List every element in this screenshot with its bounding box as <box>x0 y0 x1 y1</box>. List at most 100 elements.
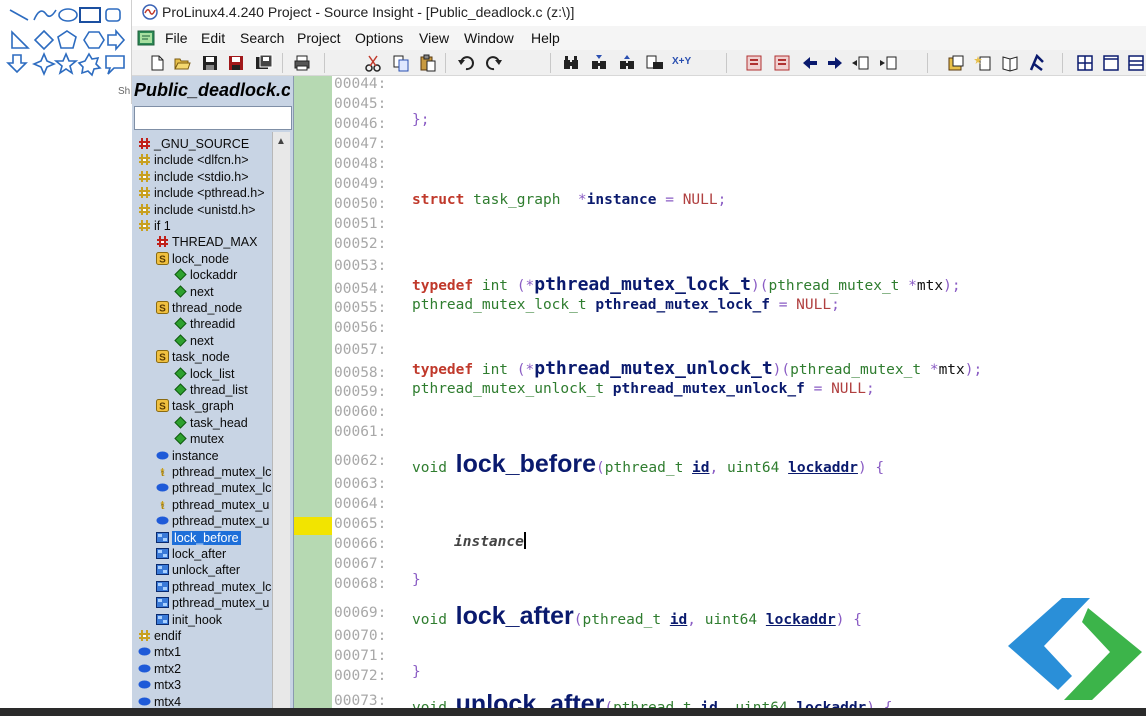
member-icon <box>174 432 187 445</box>
symbol-item[interactable]: mutex <box>174 431 224 447</box>
save-all-icon[interactable] <box>227 54 245 72</box>
symbol-item[interactable]: mtx3 <box>138 677 181 693</box>
menu-view[interactable]: View <box>419 30 449 46</box>
code-line-54[interactable]: pthread_mutex_lock_t pthread_mutex_lock_… <box>332 281 1146 313</box>
symbol-item[interactable]: t? pthread_mutex_u <box>156 497 270 513</box>
symbol-item[interactable]: Slock_node <box>156 251 229 267</box>
define-icon <box>139 138 150 149</box>
symbol-item[interactable]: Stask_graph <box>156 398 234 414</box>
symbol-item[interactable]: pthread_mutex_u <box>156 513 269 529</box>
find-in-files-icon[interactable] <box>646 54 664 72</box>
symbol-item[interactable]: lockaddr <box>174 267 237 283</box>
symbol-item[interactable]: include <unistd.h> <box>138 202 255 218</box>
symbol-item[interactable]: lock_after <box>156 546 226 562</box>
title-bar[interactable]: ProLinux4.4.240 Project - Source Insight… <box>132 0 1146 26</box>
editor-gutter[interactable] <box>294 76 332 716</box>
symbol-item-label: task_node <box>172 350 230 365</box>
symbol-item-label: if 1 <box>154 219 171 233</box>
menu-help[interactable]: Help <box>531 30 560 46</box>
menu-window[interactable]: Window <box>464 30 514 46</box>
symbol-item[interactable]: include <dlfcn.h> <box>138 152 249 168</box>
symbol-item[interactable]: Sthread_node <box>156 300 242 316</box>
book-icon[interactable] <box>1001 54 1019 72</box>
symbol-item[interactable]: include <stdio.h> <box>138 169 249 185</box>
symbol-item[interactable]: THREAD_MAX <box>156 234 257 250</box>
menu-edit[interactable]: Edit <box>201 30 225 46</box>
symbol-info-icon[interactable] <box>974 54 992 72</box>
symbol-item[interactable]: mtx2 <box>138 661 181 677</box>
code-line-49[interactable]: struct task_graph *instance = NULL; <box>332 176 1146 208</box>
code-line-53[interactable]: typedef int (*pthread_mutex_lock_t)(pthr… <box>332 258 1146 295</box>
symbol-item[interactable]: _GNU_SOURCE <box>138 136 249 152</box>
symbol-item[interactable]: if 1 <box>138 218 171 234</box>
symbol-item-label: lock_before <box>172 530 241 545</box>
layout-split-icon[interactable] <box>1127 54 1145 72</box>
bookmark-right-icon[interactable] <box>773 54 791 72</box>
symbol-item[interactable]: pthread_mutex_lc <box>156 480 271 496</box>
save-icon[interactable] <box>201 54 219 72</box>
symbol-item[interactable]: threadid <box>174 316 235 332</box>
menu-search[interactable]: Search <box>240 30 284 46</box>
back-arrow-icon[interactable] <box>801 54 819 72</box>
layout-grid-icon[interactable] <box>1076 54 1094 72</box>
layout-window-icon[interactable] <box>1102 54 1120 72</box>
symbol-item[interactable]: task_head <box>174 415 248 431</box>
code-line-62[interactable]: void lock_before(pthread_t id, uint64 lo… <box>332 444 1146 478</box>
code-line-67[interactable]: } <box>332 556 1146 588</box>
symbol-item[interactable]: thread_list <box>174 382 248 398</box>
symbol-item[interactable]: endif <box>138 628 181 644</box>
toolbar-separator <box>324 53 325 73</box>
replace-label[interactable]: X+Y <box>672 56 691 67</box>
redo-icon[interactable] <box>485 54 503 72</box>
symbol-item[interactable]: instance <box>156 448 219 464</box>
shape-gallery[interactable] <box>0 0 132 104</box>
relation-icon[interactable] <box>1028 54 1046 72</box>
new-file-icon[interactable] <box>148 54 166 72</box>
symbol-item[interactable]: lock_list <box>174 366 234 382</box>
symbol-list[interactable]: _GNU_SOURCE include <dlfcn.h> include <std… <box>134 132 272 716</box>
symbol-item[interactable]: next <box>174 284 214 300</box>
jump-back-icon[interactable] <box>879 54 897 72</box>
symbol-item[interactable]: include <pthread.h> <box>138 185 265 201</box>
diamond-shape-icon <box>33 29 55 51</box>
window-title: ProLinux4.4.240 Project - Source Insight… <box>162 4 575 20</box>
paste-icon[interactable] <box>419 54 437 72</box>
copy-icon[interactable] <box>392 54 410 72</box>
symbol-item[interactable]: t? pthread_mutex_lc <box>156 464 272 480</box>
document-icon[interactable] <box>137 30 155 46</box>
code-line-65[interactable]: instance <box>332 516 1146 550</box>
code-line-45[interactable]: }; <box>332 96 1146 128</box>
symbol-item[interactable]: unlock_after <box>156 562 240 578</box>
project-icon[interactable] <box>947 54 965 72</box>
symbol-item[interactable]: mtx1 <box>138 644 181 660</box>
find-previous-icon[interactable] <box>618 54 636 72</box>
symbol-list-scrollbar[interactable]: ▲ <box>272 132 290 716</box>
symbol-item-label: lockaddr <box>190 268 238 283</box>
symbol-item[interactable]: pthread_mutex_u <box>156 595 269 611</box>
print-icon[interactable] <box>293 54 311 72</box>
menu-options[interactable]: Options <box>355 30 403 46</box>
toolbar-separator <box>445 53 446 73</box>
menu-file[interactable]: File <box>165 30 188 46</box>
bookmark-left-icon[interactable] <box>745 54 763 72</box>
symbol-item[interactable]: lock_before <box>156 530 241 546</box>
menu-project[interactable]: Project <box>297 30 341 46</box>
symbol-item[interactable]: next <box>174 333 214 349</box>
close-file-icon[interactable] <box>255 54 273 72</box>
scroll-up-icon[interactable]: ▲ <box>276 136 286 147</box>
forward-arrow-icon[interactable] <box>826 54 844 72</box>
symbol-item-label: init_hook <box>172 612 223 627</box>
find-next-icon[interactable] <box>590 54 608 72</box>
jump-icon[interactable] <box>851 54 869 72</box>
code-line-58[interactable]: pthread_mutex_unlock_t pthread_mutex_unl… <box>332 365 1146 397</box>
find-icon[interactable] <box>562 54 580 72</box>
symbol-item[interactable]: Stask_node <box>156 349 230 365</box>
code-line-57[interactable]: typedef int (*pthread_mutex_unlock_t)(pt… <box>332 342 1146 379</box>
undo-icon[interactable] <box>457 54 475 72</box>
open-folder-icon[interactable] <box>173 54 191 72</box>
svg-text:S: S <box>159 402 166 413</box>
symbol-item[interactable]: pthread_mutex_lc <box>156 579 271 595</box>
symbol-search-input[interactable] <box>134 106 292 130</box>
symbol-item[interactable]: init_hook <box>156 612 222 628</box>
cut-icon[interactable] <box>364 54 382 72</box>
